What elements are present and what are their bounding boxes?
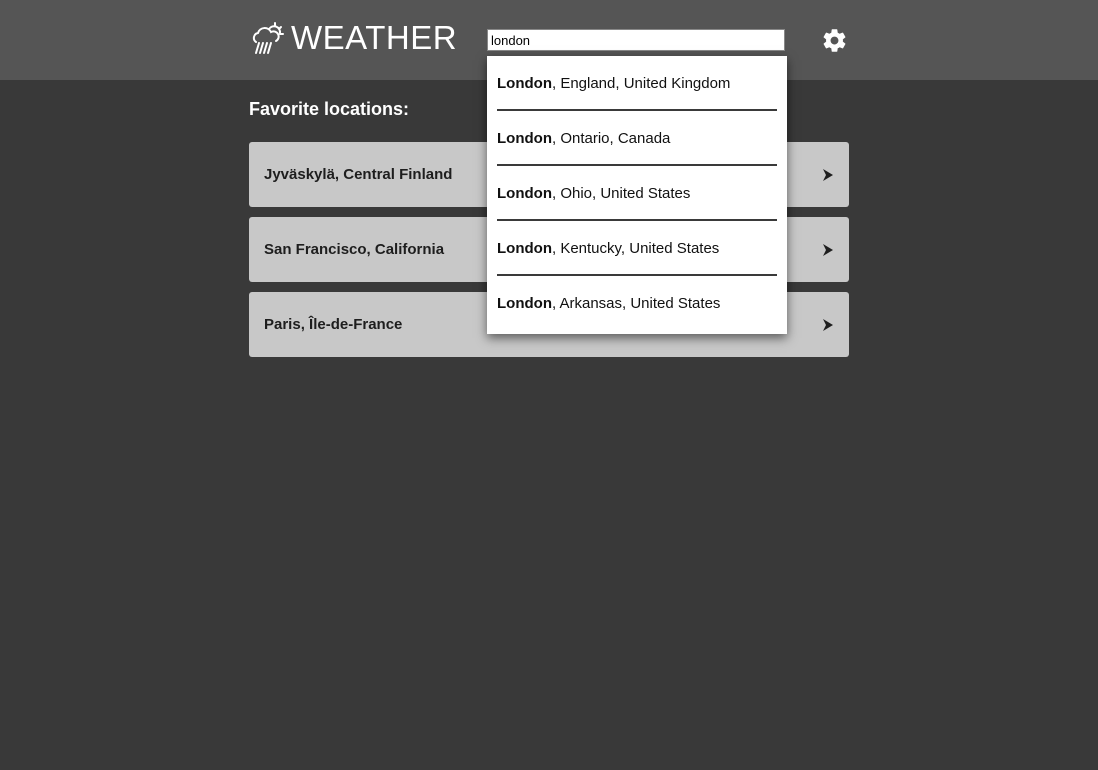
search-input[interactable] bbox=[487, 29, 785, 51]
suggestion-rest-text: , Ontario, Canada bbox=[551, 130, 671, 147]
search-suggestions-dropdown: London, England, United Kingdom London, … bbox=[487, 56, 787, 334]
chevron-right-icon bbox=[823, 243, 833, 256]
suggestion-rest-text: , Ohio, United States bbox=[551, 185, 691, 202]
suggestion-rest-text: , Kentucky, United States bbox=[551, 240, 720, 257]
suggestion-match-text: London bbox=[497, 185, 552, 202]
gear-icon[interactable] bbox=[821, 27, 848, 54]
app-logo: WEATHER bbox=[249, 18, 457, 58]
favorites-heading: Favorite locations: bbox=[249, 99, 410, 119]
suggestion-rest-text: , England, United Kingdom bbox=[551, 75, 731, 92]
suggestion-item[interactable]: London, England, United Kingdom bbox=[487, 56, 787, 111]
favorite-location-label: Jyväskylä, Central Finland bbox=[264, 166, 453, 183]
chevron-right-icon bbox=[823, 168, 833, 181]
suggestion-match-text: London bbox=[497, 75, 552, 92]
suggestion-rest-text: , Arkansas, United States bbox=[551, 295, 721, 312]
chevron-right-icon bbox=[823, 318, 833, 331]
suggestion-item[interactable]: London, Kentucky, United States bbox=[487, 221, 787, 276]
favorite-location-label: Paris, Île-de-France bbox=[264, 316, 403, 333]
suggestion-item[interactable]: London, Ohio, United States bbox=[487, 166, 787, 221]
suggestion-match-text: London bbox=[497, 295, 552, 312]
suggestion-item[interactable]: London, Arkansas, United States bbox=[487, 276, 787, 331]
suggestion-item[interactable]: London, Ontario, Canada bbox=[487, 111, 787, 166]
suggestion-match-text: London bbox=[497, 240, 552, 257]
app-title: WEATHER bbox=[291, 19, 458, 56]
cloud-rain-sun-icon bbox=[252, 22, 284, 54]
favorite-location-label: San Francisco, California bbox=[264, 241, 445, 258]
suggestion-match-text: London bbox=[497, 130, 552, 147]
